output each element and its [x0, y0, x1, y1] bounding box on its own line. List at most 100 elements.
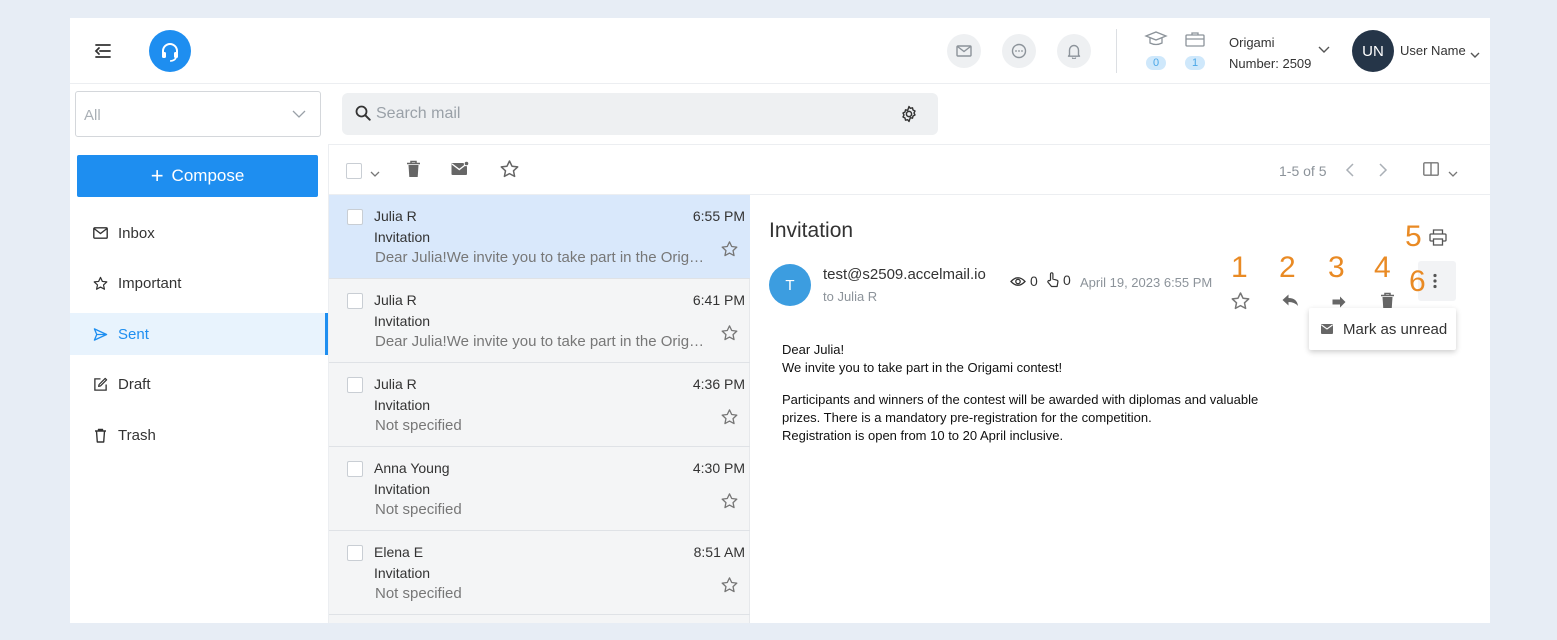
- annotation-number: 3: [1328, 251, 1345, 284]
- annotation-number: 6: [1409, 265, 1426, 298]
- row-checkbox[interactable]: [347, 209, 363, 225]
- message-preview: Not specified: [375, 417, 462, 434]
- message-sender: Julia R: [374, 292, 417, 308]
- click-count: 0: [1046, 272, 1071, 288]
- message-row[interactable]: Julia R 4:36 PM Invitation Not specified: [329, 363, 750, 447]
- star-icon: [92, 275, 108, 291]
- chevron-down-icon: [292, 110, 306, 118]
- body-paragraph: Registration is open from 10 to 20 April…: [782, 428, 1064, 443]
- message-row[interactable]: Julia R 6:41 PM Invitation Dear Julia!We…: [329, 279, 750, 363]
- message-preview: Not specified: [375, 501, 462, 518]
- app-header: 0 1 Origami Number: 2509 UN User Name: [70, 18, 1490, 84]
- row-checkbox[interactable]: [347, 377, 363, 393]
- sidebar-item-draft[interactable]: Draft: [70, 363, 328, 405]
- menu-toggle-icon[interactable]: [92, 40, 114, 62]
- avatar[interactable]: UN: [1352, 30, 1394, 72]
- gear-icon[interactable]: [900, 105, 918, 128]
- organization-switcher[interactable]: Origami Number: 2509: [1229, 32, 1311, 74]
- body-line: We invite you to take part in the Origam…: [782, 360, 1063, 375]
- bell-icon[interactable]: [1057, 34, 1091, 68]
- star-icon[interactable]: [721, 493, 738, 514]
- chevron-down-icon[interactable]: [370, 165, 380, 183]
- chevron-down-icon[interactable]: [1470, 46, 1480, 64]
- star-icon[interactable]: [1231, 292, 1250, 315]
- message-subject: Invitation: [374, 397, 431, 413]
- folder-filter-value: All: [84, 107, 101, 124]
- sidebar-item-important[interactable]: Important: [70, 262, 328, 304]
- star-icon[interactable]: [721, 577, 738, 598]
- email-date: April 19, 2023 6:55 PM: [1080, 275, 1213, 290]
- sidebar-item-label: Trash: [118, 426, 156, 444]
- headset-logo-icon[interactable]: [149, 30, 191, 72]
- sidebar-item-label: Sent: [118, 325, 149, 343]
- courses-stat[interactable]: 0: [1142, 30, 1170, 74]
- search-input[interactable]: [376, 103, 876, 125]
- star-icon[interactable]: [721, 409, 738, 430]
- courses-count-badge: 0: [1146, 56, 1166, 70]
- annotation-number: 2: [1279, 251, 1296, 284]
- star-icon[interactable]: [721, 325, 738, 346]
- message-time: 4:30 PM: [692, 460, 745, 476]
- message-sender: Anna Young: [374, 460, 450, 476]
- chevron-down-icon[interactable]: [1448, 165, 1458, 183]
- email-subject: Invitation: [769, 219, 854, 242]
- print-icon[interactable]: [1429, 229, 1447, 251]
- star-icon[interactable]: [500, 160, 519, 183]
- annotation-number: 1: [1231, 251, 1248, 284]
- sidebar-item-label: Important: [118, 274, 182, 292]
- mark-mail-icon[interactable]: [451, 160, 470, 181]
- split-view-icon[interactable]: [1423, 162, 1439, 181]
- plus-icon: +: [150, 163, 164, 188]
- mail-icon[interactable]: [947, 34, 981, 68]
- view-count: 0: [1010, 273, 1038, 289]
- sidebar-item-inbox[interactable]: Inbox: [70, 212, 328, 254]
- select-all-checkbox[interactable]: [346, 163, 362, 179]
- chevron-right-icon[interactable]: [1378, 163, 1388, 182]
- org-number: Number: 2509: [1229, 56, 1312, 71]
- mail-icon: [1321, 324, 1333, 334]
- sender-avatar: T: [769, 264, 811, 306]
- compose-button[interactable]: + Compose: [77, 155, 318, 197]
- menu-item-label: Mark as unread: [1343, 320, 1448, 338]
- pointer-hand-icon: [1047, 272, 1059, 288]
- row-checkbox[interactable]: [347, 545, 363, 561]
- folder-filter-select[interactable]: All: [75, 91, 321, 137]
- user-name[interactable]: User Name: [1400, 43, 1466, 58]
- click-count-value: 0: [1063, 272, 1071, 288]
- star-icon[interactable]: [721, 241, 738, 262]
- more-options-button[interactable]: 6: [1409, 261, 1456, 301]
- annotation-number: 5: [1405, 220, 1422, 253]
- sidebar-item-label: Inbox: [118, 224, 155, 242]
- row-checkbox[interactable]: [347, 461, 363, 477]
- chevron-left-icon[interactable]: [1345, 163, 1355, 182]
- chat-icon[interactable]: [1002, 34, 1036, 68]
- sender-address: test@s2509.accelmail.io: [823, 266, 986, 283]
- reading-pane: Invitation T test@s2509.accelmail.io to …: [750, 195, 1490, 623]
- message-row[interactable]: Julia R 6:55 PM Invitation Dear Julia!We…: [329, 195, 750, 279]
- message-row[interactable]: Elena E 8:51 AM Invitation Not specified: [329, 531, 750, 615]
- message-sender: Elena E: [374, 544, 424, 560]
- annotation-number: 4: [1374, 251, 1391, 284]
- email-body: Dear Julia! We invite you to take part i…: [782, 341, 1262, 459]
- chevron-down-icon[interactable]: [1318, 41, 1330, 59]
- message-time: 6:55 PM: [692, 208, 745, 224]
- mail-icon: [92, 225, 108, 241]
- message-sender: Julia R: [374, 376, 417, 392]
- row-checkbox[interactable]: [347, 293, 363, 309]
- mail-app: 0 1 Origami Number: 2509 UN User Name Al…: [70, 18, 1490, 623]
- org-name: Origami: [1229, 35, 1275, 50]
- search-bar: [342, 93, 938, 135]
- reply-icon[interactable]: [1282, 294, 1299, 312]
- jobs-stat[interactable]: 1: [1181, 30, 1209, 74]
- message-subject: Invitation: [374, 481, 431, 497]
- mark-as-unread-menu-item[interactable]: Mark as unread: [1309, 308, 1456, 350]
- sidebar-item-sent[interactable]: Sent: [70, 313, 328, 355]
- briefcase-icon: [1184, 32, 1206, 52]
- sidebar-item-trash[interactable]: Trash: [70, 414, 328, 456]
- kebab-menu-icon: [1433, 273, 1437, 294]
- delete-icon[interactable]: [406, 160, 421, 183]
- header-divider: [1116, 29, 1117, 73]
- message-sender: Julia R: [374, 208, 417, 224]
- message-row[interactable]: Anna Young 4:30 PM Invitation Not specif…: [329, 447, 750, 531]
- pagination-label: 1-5 of 5: [1279, 163, 1327, 179]
